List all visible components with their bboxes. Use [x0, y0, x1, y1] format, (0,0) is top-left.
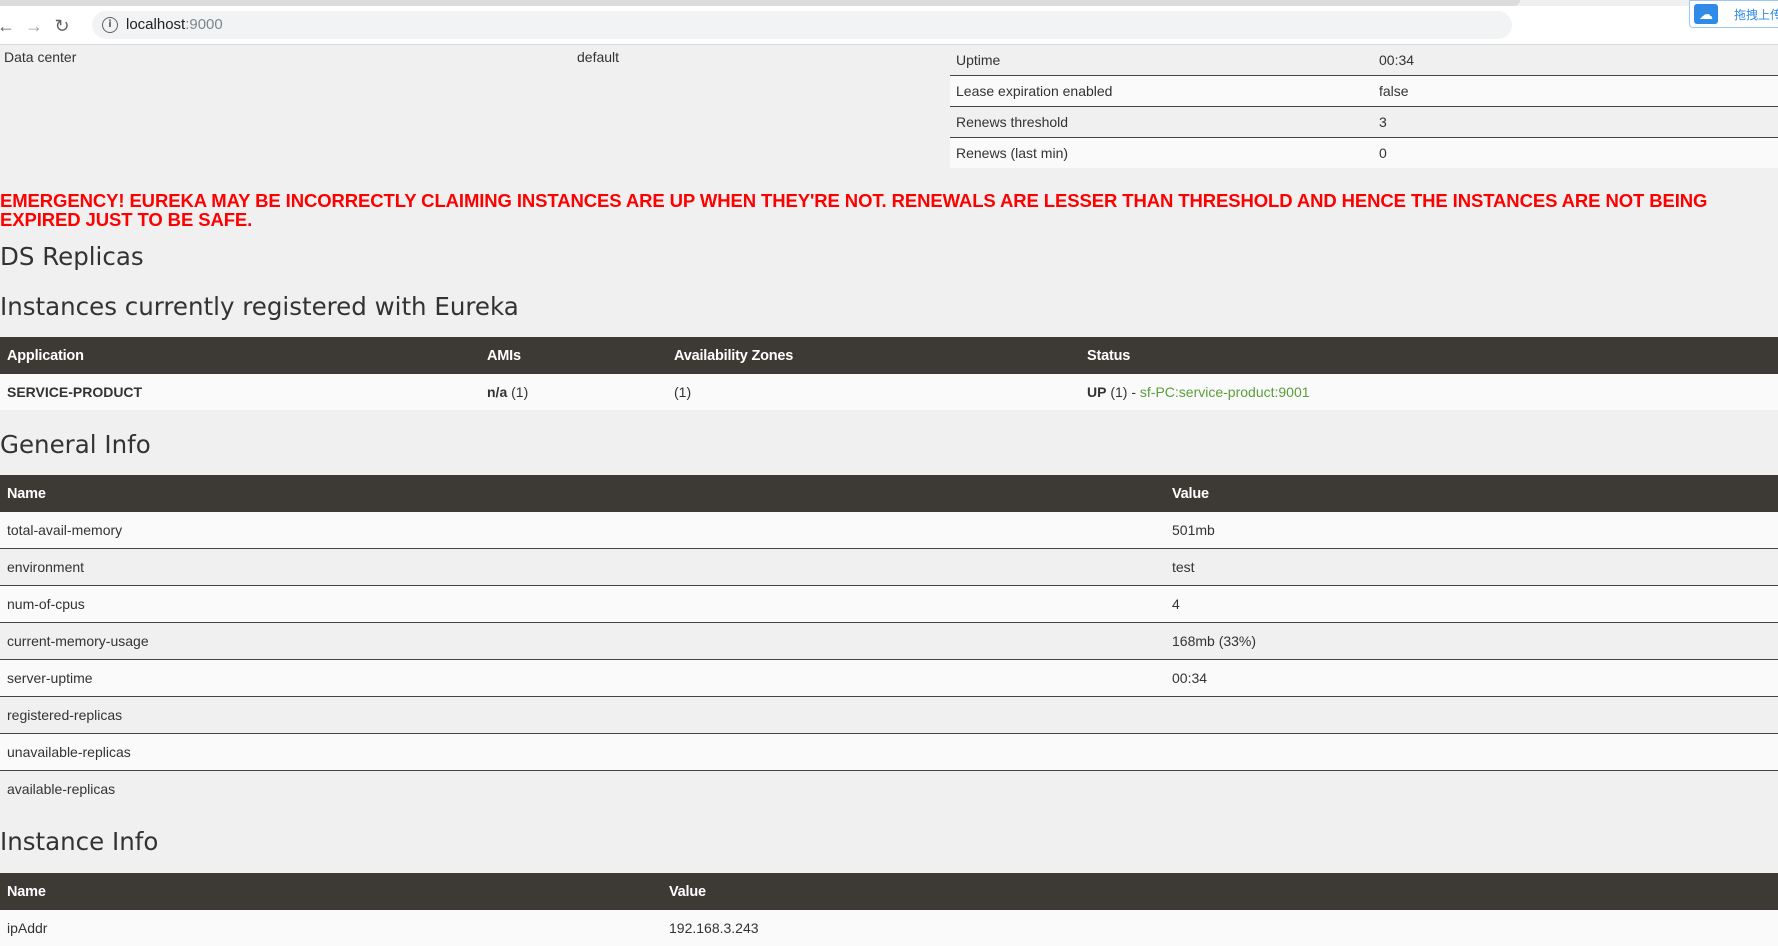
row-value — [1165, 733, 1778, 771]
extension-label: 拖拽上传 — [1734, 8, 1778, 22]
general-info-row: total-avail-memory 501mb — [0, 512, 1778, 549]
status-value: UP — [1087, 384, 1107, 400]
status-count: (1) - — [1106, 384, 1140, 400]
general-info-row: available-replicas — [0, 770, 1778, 807]
row-name: environment — [0, 548, 1165, 586]
instance-info-table: Name Value ipAddr 192.168.3.243 — [0, 873, 1778, 946]
general-info-row: num-of-cpus 4 — [0, 585, 1778, 623]
data-center-value: default — [577, 49, 620, 65]
general-info-row: server-uptime 00:34 — [0, 659, 1778, 697]
row-value — [1165, 696, 1778, 734]
column-header: Name — [0, 873, 662, 910]
emergency-warning: EMERGENCY! EUREKA MAY BE INCORRECTLY CLA… — [0, 191, 1708, 230]
general-info-header-row: Name Value — [0, 475, 1778, 512]
general-info-row: registered-replicas — [0, 696, 1778, 734]
environment-row: Lease expiration enabled false — [950, 75, 1778, 107]
general-info-row: environment test — [0, 548, 1778, 586]
reload-icon[interactable]: ↻ — [52, 16, 72, 36]
row-name: Uptime — [950, 45, 1373, 76]
column-header: Value — [1165, 475, 1778, 512]
row-value — [1165, 770, 1778, 807]
cloud-icon: ☁ — [1694, 4, 1718, 24]
instance-info-header-row: Name Value — [0, 873, 1778, 910]
row-value: 168mb (33%) — [1165, 622, 1778, 660]
row-value: 00:34 — [1165, 659, 1778, 697]
status-cell: UP (1) - sf-PC:service-product:9001 — [1080, 374, 1778, 410]
application-name: SERVICE-PRODUCT — [0, 374, 480, 410]
environment-row: Renews threshold 3 — [950, 106, 1778, 138]
column-header: AMIs — [480, 337, 667, 374]
environment-row: Renews (last min) 0 — [950, 137, 1778, 168]
column-header: Name — [0, 475, 1165, 512]
back-icon[interactable]: ← — [0, 16, 16, 36]
row-name: num-of-cpus — [0, 585, 1165, 623]
url-port: :9000 — [185, 16, 223, 33]
environment-row: Uptime 00:34 — [950, 45, 1778, 76]
url-host: localhost — [126, 16, 186, 33]
instances-header-row: Application AMIs Availability Zones Stat… — [0, 337, 1778, 374]
url-text[interactable]: localhost:9000 — [126, 16, 223, 33]
column-header: Status — [1080, 337, 1778, 374]
row-name: Lease expiration enabled — [950, 75, 1373, 107]
row-value: test — [1165, 548, 1778, 586]
row-name: unavailable-replicas — [0, 733, 1165, 771]
row-name: registered-replicas — [0, 696, 1165, 734]
address-bar[interactable]: i localhost:9000 — [92, 11, 1512, 39]
row-value: 0 — [1373, 137, 1778, 168]
column-header: Application — [0, 337, 480, 374]
ds-replicas-heading: DS Replicas — [0, 242, 144, 271]
browser-toolbar: ← → ↻ i localhost:9000 — [0, 6, 1778, 45]
instance-info-heading: Instance Info — [0, 827, 159, 856]
forward-icon[interactable]: → — [24, 16, 44, 36]
general-info-row: current-memory-usage 168mb (33%) — [0, 622, 1778, 660]
general-info-heading: General Info — [0, 430, 151, 459]
row-value: false — [1373, 75, 1778, 107]
instances-table: Application AMIs Availability Zones Stat… — [0, 337, 1778, 410]
row-name: server-uptime — [0, 659, 1165, 697]
upload-extension[interactable]: ☁ 拖拽上传 — [1689, 0, 1778, 28]
amis-value: n/a — [487, 384, 508, 400]
amis-cell: n/a (1) — [480, 374, 667, 410]
row-name: total-avail-memory — [0, 512, 1165, 549]
row-value: 4 — [1165, 585, 1778, 623]
row-name: ipAddr — [0, 910, 662, 946]
instance-info-row: ipAddr 192.168.3.243 — [0, 910, 1778, 946]
amis-count: (1) — [507, 384, 529, 400]
zones-cell: (1) — [667, 374, 1080, 410]
row-name: Renews threshold — [950, 106, 1373, 138]
data-center-label: Data center — [4, 49, 77, 65]
column-header: Value — [662, 873, 1778, 910]
row-value: 192.168.3.243 — [662, 910, 1778, 946]
row-value: 00:34 — [1373, 45, 1778, 76]
info-icon[interactable]: i — [102, 17, 118, 33]
column-header: Availability Zones — [667, 337, 1080, 374]
instance-row: SERVICE-PRODUCT n/a (1) (1) UP (1) - sf-… — [0, 374, 1778, 410]
row-name: available-replicas — [0, 770, 1165, 807]
instance-link[interactable]: sf-PC:service-product:9001 — [1140, 384, 1310, 400]
environment-right-table: Uptime 00:34 Lease expiration enabled false… — [950, 45, 1778, 168]
general-info-table: Name Value total-avail-memory 501mb enviro… — [0, 475, 1778, 807]
row-name: Renews (last min) — [950, 137, 1373, 168]
row-value: 501mb — [1165, 512, 1778, 549]
instances-heading: Instances currently registered with Eure… — [0, 292, 519, 321]
row-name: current-memory-usage — [0, 622, 1165, 660]
row-value: 3 — [1373, 106, 1778, 138]
general-info-row: unavailable-replicas — [0, 733, 1778, 771]
